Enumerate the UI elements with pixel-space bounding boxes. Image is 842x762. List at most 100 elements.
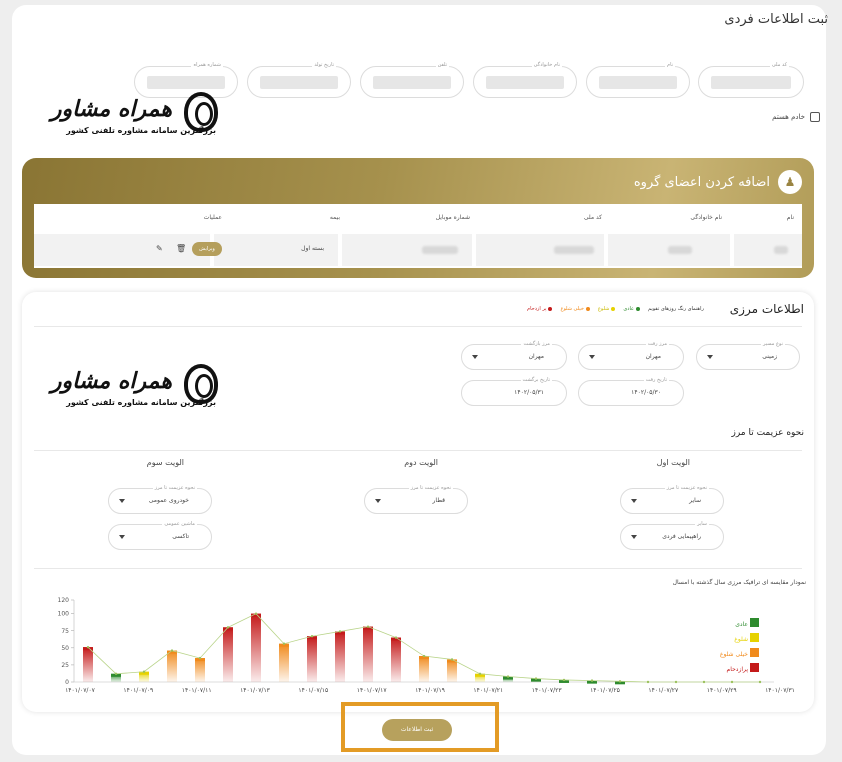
border-info-title: اطلاعات مرزی xyxy=(729,302,804,316)
y-tick-label: 25 xyxy=(61,662,69,669)
field-label: کد ملی xyxy=(769,62,789,68)
watermark-brand: همراه مشاور xyxy=(50,96,172,122)
chart-legend-swatch xyxy=(750,618,759,627)
insurance-value: بسته اول xyxy=(301,245,324,252)
checkbox-box[interactable] xyxy=(810,112,820,122)
departure-date-field[interactable]: تاریخ رفت ۱۴۰۲/۰۵/۳۰ xyxy=(578,377,684,406)
legend-dot xyxy=(611,307,616,311)
priority-2-method-select[interactable]: نحوه عزیمت تا مرز قطار xyxy=(364,485,468,514)
trend-point xyxy=(646,680,650,684)
select-value: سایر xyxy=(689,497,701,504)
redacted-value xyxy=(774,246,788,254)
chevron-down-icon xyxy=(375,499,381,503)
national-code-field[interactable]: کد ملی xyxy=(698,62,804,98)
trend-point xyxy=(562,678,566,682)
trend-point xyxy=(702,680,706,684)
trend-point xyxy=(730,680,734,684)
trend-point xyxy=(226,626,230,629)
submit-button[interactable]: ثبت اطلاعات xyxy=(382,719,452,741)
y-tick-label: 100 xyxy=(58,611,70,618)
legend-very-busy: خیلی شلوغ xyxy=(560,306,590,312)
trend-point xyxy=(198,656,202,660)
priority-3-vehicle-select[interactable]: ماشین عمومی تاکسی xyxy=(108,521,212,550)
field-value-redacted xyxy=(373,76,451,89)
add-user-icon[interactable]: ♟ xyxy=(778,170,802,194)
select-value: زمینی xyxy=(762,353,777,360)
edit-button[interactable]: ویرایش xyxy=(192,242,222,256)
field-label: تاریخ برگشت xyxy=(520,377,552,383)
chart-bar xyxy=(167,650,177,682)
chevron-down-icon xyxy=(119,535,125,539)
trend-point xyxy=(282,642,286,645)
legend-label: عادی xyxy=(623,306,634,312)
select-label: نوع مسیر xyxy=(761,341,785,347)
checkbox-label: خادم هستم xyxy=(772,113,805,121)
route-type-select[interactable]: نوع مسیر زمینی xyxy=(696,341,800,370)
return-border-select[interactable]: مرز بازگشت مهران xyxy=(461,341,567,370)
cell-national-code xyxy=(476,234,604,266)
select-label: ماشین عمومی xyxy=(162,521,197,527)
field-value-redacted xyxy=(599,76,677,89)
field-label: شماره همراه xyxy=(191,62,223,68)
chart-legend-swatch xyxy=(750,633,759,642)
trend-point xyxy=(506,675,510,678)
pencil-icon[interactable]: ✎ xyxy=(156,244,163,253)
trash-icon[interactable]: 🗑 xyxy=(176,244,186,253)
phone-field[interactable]: تلفن xyxy=(360,62,464,98)
y-tick-label: 0 xyxy=(65,679,69,686)
group-title: ♟ اضافه کردن اعضای گروه xyxy=(634,170,802,194)
y-tick-label: 75 xyxy=(61,628,69,635)
page-title: ثبت اطلاعات فردی xyxy=(724,12,828,27)
field-label: تلفن xyxy=(435,62,449,68)
birth-date-field[interactable]: تاریخ تولد xyxy=(247,62,351,98)
x-tick-label: ۱۴۰۱/۰۷/۰۹ xyxy=(123,687,153,694)
traffic-chart: 0 25 50 75 100 120 ۱۴۰۱/۰۷/۰۷ ۱۴۰۱/۰۷/۰۹ ۱۴۰۱/۰۷… xyxy=(58,597,795,694)
chart-legend-label: خیلی شلوغ xyxy=(720,651,748,658)
x-tick-label: ۱۴۰۱/۰۷/۱۱ xyxy=(182,687,212,694)
chart-title: نمودار مقایسه ای ترافیک مرزی سال گذشته ب… xyxy=(672,579,806,586)
priority-1-method-select[interactable]: نحوه عزیمت تا مرز سایر xyxy=(620,485,724,514)
trend-point xyxy=(114,672,118,675)
divider xyxy=(34,568,802,569)
cell-actions: ویرایش 🗑 ✎ xyxy=(34,234,222,266)
trend-point xyxy=(618,680,622,683)
chevron-down-icon xyxy=(589,355,595,359)
select-value: مهران xyxy=(645,353,661,360)
chart-bar xyxy=(223,627,233,682)
priority-1-other-select[interactable]: سایر راهپیمایی فردی xyxy=(620,521,724,550)
cell-name xyxy=(734,234,802,266)
x-tick-label: ۱۴۰۱/۰۷/۲۱ xyxy=(473,687,503,694)
group-title-text: اضافه کردن اعضای گروه xyxy=(633,174,770,190)
chart-bar xyxy=(251,613,261,682)
x-tick-label: ۱۴۰۱/۰۷/۲۹ xyxy=(707,687,737,694)
chevron-down-icon xyxy=(119,499,125,503)
departure-border-select[interactable]: مرز رفت مهران xyxy=(578,341,684,370)
legend-dot xyxy=(636,307,640,311)
watermark-logo: همراه مشاور بزرگترین سامانه مشاوره تلفنی… xyxy=(40,92,220,144)
chevron-down-icon xyxy=(707,355,713,359)
priority-3-method-select[interactable]: نحوه عزیمت تا مرز خودروی عمومی xyxy=(108,485,212,514)
legend-dot xyxy=(585,307,590,311)
chevron-down-icon xyxy=(631,535,637,539)
last-name-field[interactable]: نام خانوادگی xyxy=(473,62,577,98)
x-tick-label: ۱۴۰۱/۰۷/۱۳ xyxy=(240,687,271,694)
select-label: نحوه عزیمت تا مرز xyxy=(152,485,197,491)
priority-3-title: الویت سوم xyxy=(146,458,184,467)
field-label: تاریخ رفت xyxy=(643,377,669,383)
x-tick-label: ۱۴۰۱/۰۷/۱۷ xyxy=(357,687,388,694)
trend-point xyxy=(758,680,762,684)
return-date-field[interactable]: تاریخ برگشت ۱۴۰۲/۰۵/۳۱ xyxy=(461,377,567,406)
divider xyxy=(34,326,802,327)
y-tick-label: 120 xyxy=(58,597,70,604)
x-tick-label: ۱۴۰۱/۰۷/۳۱ xyxy=(765,687,795,694)
chart-bar xyxy=(335,631,345,682)
y-tick-label: 50 xyxy=(61,645,69,652)
select-label: نحوه عزیمت تا مرز xyxy=(408,485,453,491)
trend-point xyxy=(170,649,174,652)
group-members-table: نام نام خانوادگی کد ملی شماره موبایل بیم… xyxy=(34,204,802,268)
trend-point xyxy=(142,670,146,673)
first-name-field[interactable]: نام xyxy=(586,62,690,98)
servant-checkbox[interactable]: خادم هستم xyxy=(772,112,820,122)
trend-point xyxy=(254,612,258,615)
x-tick-label: ۱۴۰۱/۰۷/۲۳ xyxy=(532,687,563,694)
